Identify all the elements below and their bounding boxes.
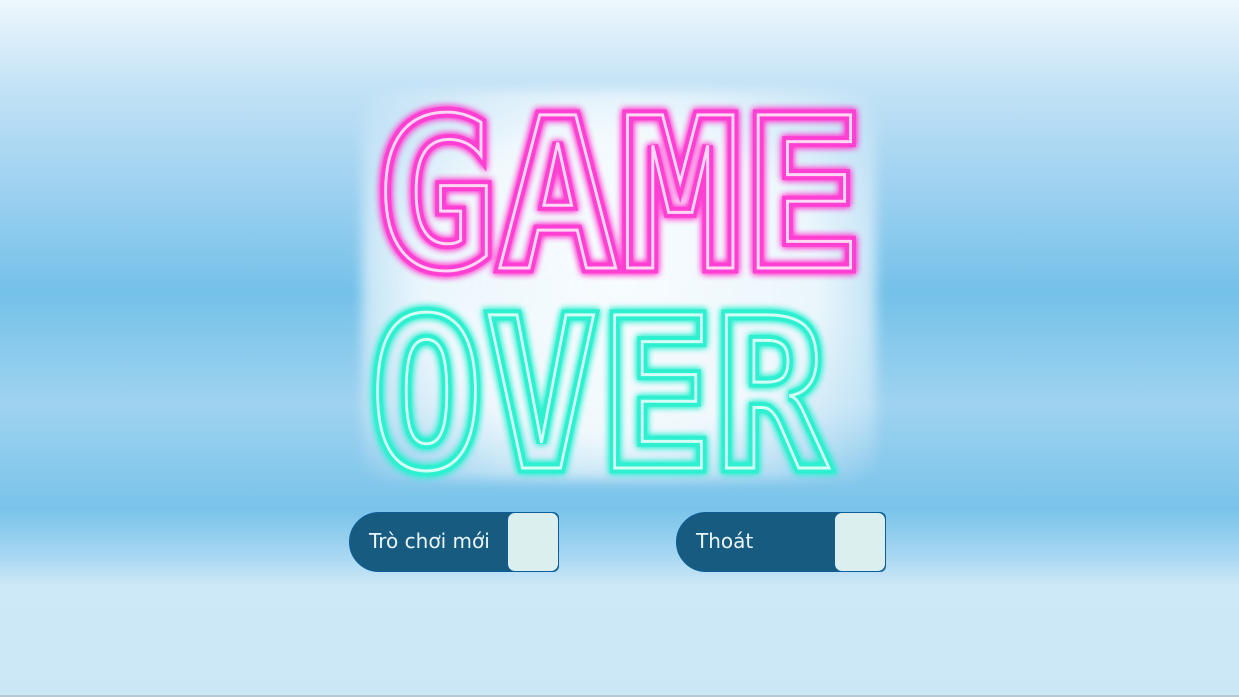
title-word-over-core: OVER [369,273,830,518]
game-over-title: GAME GAME OVER OVER [356,68,882,524]
new-game-label: Trò chơi mới [369,529,490,553]
new-game-button[interactable]: Trò chơi mới [349,512,559,572]
exit-button-tab[interactable] [834,512,886,572]
new-game-button-tab[interactable] [507,512,559,572]
exit-button[interactable]: Thoát [676,512,886,572]
neon-title-svg: GAME GAME OVER OVER [364,68,870,524]
exit-label: Thoát [696,529,754,553]
